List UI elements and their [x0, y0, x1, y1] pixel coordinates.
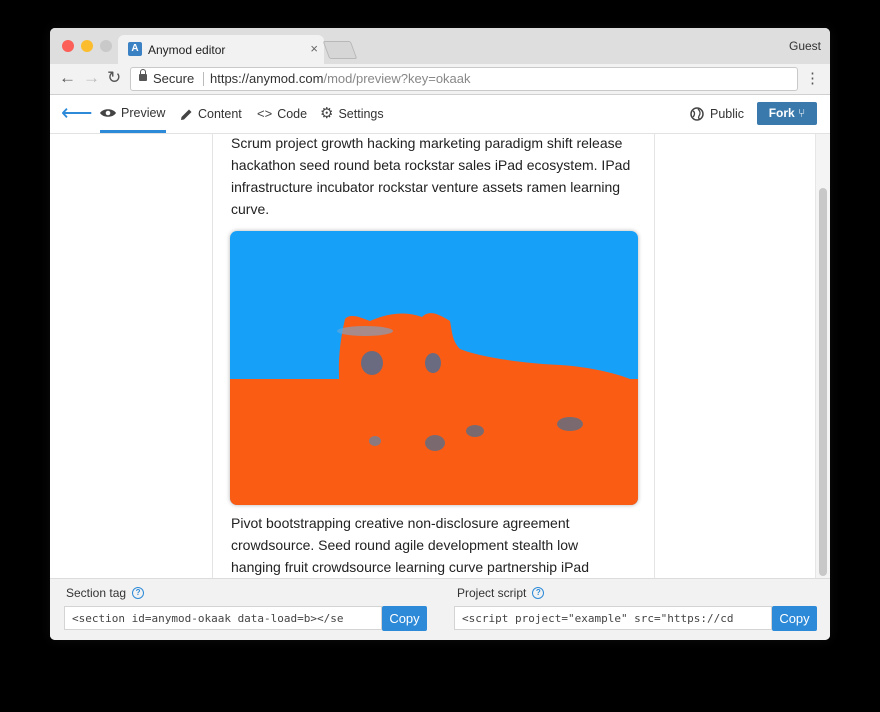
globe-icon [690, 107, 704, 121]
profile-label[interactable]: Guest [789, 39, 821, 53]
scrollbar-thumb[interactable] [819, 188, 827, 576]
section-tag-label: Section tag [66, 586, 127, 600]
maximize-window-button[interactable] [100, 40, 112, 52]
fork-icon: ⑂ [798, 106, 806, 120]
anymod-favicon-icon: A [128, 42, 142, 56]
fork-button[interactable]: Fork ⑂ [757, 102, 817, 125]
new-tab-button[interactable] [322, 41, 358, 59]
pencil-icon [181, 109, 192, 120]
paragraph-1: Scrum project growth hacking marketing p… [231, 135, 631, 217]
posterized-cat-image [230, 231, 638, 505]
tab-content-label: Content [198, 107, 242, 121]
section-tag-field[interactable]: <section id=anymod-okaak data-load=b></s… [64, 606, 382, 630]
copy-section-tag-button[interactable]: Copy [382, 606, 427, 631]
back-arrow-icon[interactable]: ⟵ [61, 102, 93, 124]
reload-icon[interactable]: ↻ [107, 68, 121, 88]
eye-icon [100, 108, 116, 117]
module-preview: Scrum project growth hacking marketing p… [212, 134, 655, 578]
browser-window: A Anymod editor × Guest ← → ↻ Secure htt… [50, 28, 830, 640]
copy-project-script-button[interactable]: Copy [772, 606, 817, 631]
title-bar: A Anymod editor × Guest [50, 28, 830, 64]
paragraph-2: Pivot bootstrapping creative non-disclos… [231, 515, 589, 575]
preview-pane: Scrum project growth hacking marketing p… [50, 134, 830, 578]
minimize-window-button[interactable] [81, 40, 93, 52]
project-script-label: Project script [457, 586, 527, 600]
tab-close-icon[interactable]: × [310, 41, 318, 56]
tab-settings[interactable]: ⚙ Settings [320, 95, 384, 133]
address-bar[interactable]: Secure https://anymod.com/mod/preview?ke… [130, 67, 798, 91]
preview-image [230, 231, 638, 505]
tab-settings-label: Settings [338, 107, 384, 121]
close-window-button[interactable] [62, 40, 74, 52]
secure-label: Secure [153, 71, 195, 86]
embed-footer: Section tag ? <section id=anymod-okaak d… [50, 578, 830, 640]
url-path: /mod/preview?key=okaak [323, 71, 471, 86]
address-separator [203, 72, 204, 86]
url-text: https://anymod.com/mod/preview?key=okaak [210, 68, 471, 90]
editor-header: ⟵ Preview Content <> Code ⚙ Settings Pub… [50, 95, 830, 134]
forward-icon[interactable]: → [83, 68, 100, 88]
tab-code[interactable]: <> Code [257, 95, 307, 133]
browser-toolbar: ← → ↻ Secure https://anymod.com/mod/prev… [50, 64, 830, 95]
browser-menu-icon[interactable]: ⋮ [805, 69, 820, 89]
public-toggle[interactable]: Public [690, 95, 744, 133]
tab-title: Anymod editor [148, 43, 226, 57]
scrollbar[interactable] [815, 134, 830, 578]
tab-code-label: Code [277, 107, 308, 121]
help-icon[interactable]: ? [532, 587, 545, 599]
code-icon: <> [257, 106, 273, 121]
project-script-label-row: Project script ? [457, 586, 545, 600]
back-icon[interactable]: ← [59, 68, 76, 88]
public-label: Public [710, 107, 745, 121]
url-host: https://anymod.com [210, 71, 324, 86]
help-icon[interactable]: ? [132, 587, 145, 599]
section-tag-label-row: Section tag ? [66, 586, 145, 600]
gear-icon: ⚙ [320, 105, 334, 122]
tab-preview-label: Preview [121, 105, 166, 120]
fork-button-label: Fork [768, 106, 795, 120]
lock-icon [139, 69, 147, 81]
tab-content[interactable]: Content [180, 95, 242, 133]
project-script-field[interactable]: <script project="example" src="https://c… [454, 606, 772, 630]
browser-tab[interactable]: A Anymod editor × [118, 35, 324, 64]
tab-preview[interactable]: Preview [100, 95, 167, 133]
